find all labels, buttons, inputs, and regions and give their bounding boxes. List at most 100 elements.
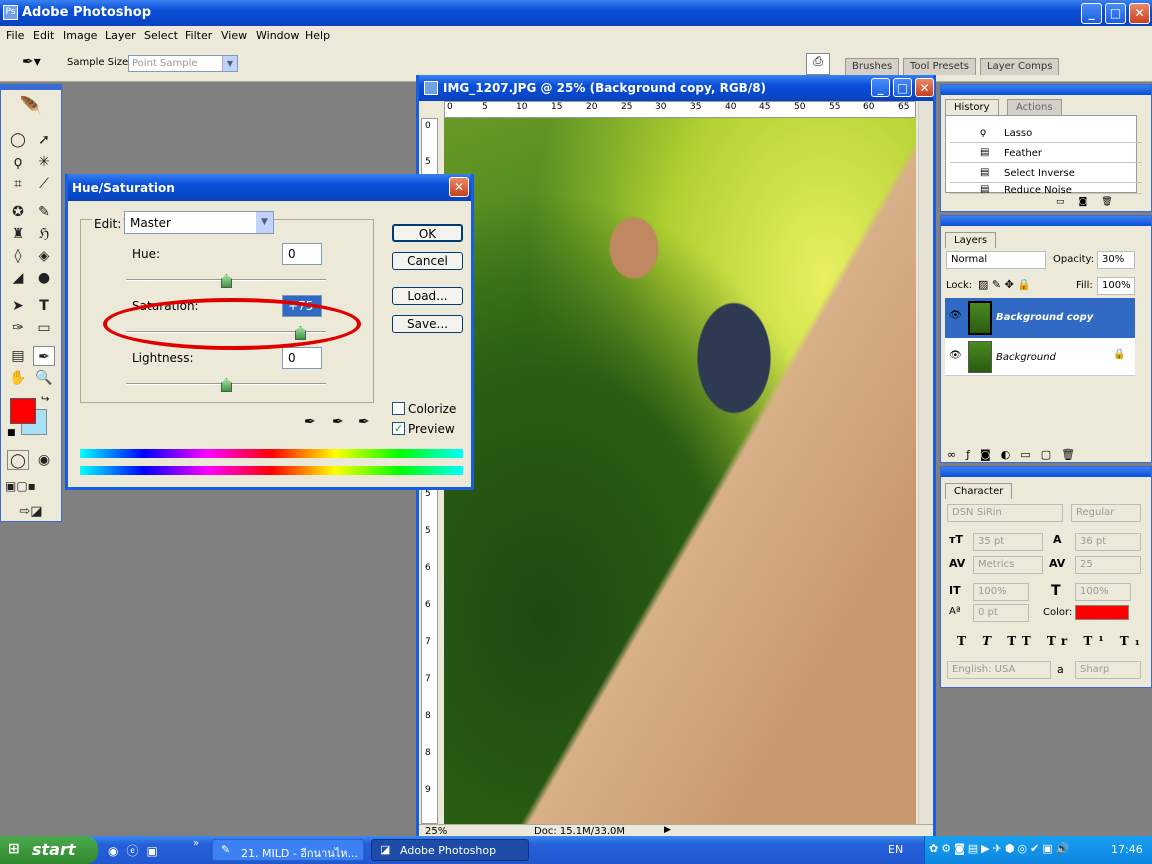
notes-tool-icon[interactable]: ▤ xyxy=(7,346,29,366)
slice-tool-icon[interactable]: ⟋ xyxy=(33,174,55,194)
text-color-swatch[interactable] xyxy=(1075,605,1129,620)
blur-tool-icon[interactable]: ◢ xyxy=(7,268,29,288)
history-brush-tool-icon[interactable]: ℌ xyxy=(33,224,55,244)
rectangle-tool-icon[interactable]: ▭ xyxy=(33,318,55,338)
canvas-photo[interactable] xyxy=(444,118,916,824)
screen-mode-icon[interactable]: ▣▢▪ xyxy=(5,476,36,496)
tab-history[interactable]: History xyxy=(945,99,999,115)
menu-image[interactable]: Image xyxy=(63,29,97,42)
layers-footer-icons[interactable]: ∞ƒ◙◐▭▢🗑 xyxy=(947,448,1085,461)
font-style-select[interactable]: Regular xyxy=(1071,504,1141,522)
minimize-button[interactable]: _ xyxy=(1081,3,1102,24)
tab-brushes[interactable]: Brushes xyxy=(845,58,900,75)
doc-minimize-button[interactable]: _ xyxy=(871,78,890,97)
kerning-select[interactable]: Metrics xyxy=(973,556,1043,574)
healing-brush-tool-icon[interactable]: ✪ xyxy=(7,202,29,222)
quick-launch-more-icon[interactable]: » xyxy=(193,838,199,849)
path-selection-tool-icon[interactable]: ➤ xyxy=(7,296,29,316)
doc-close-button[interactable]: ✕ xyxy=(915,78,934,97)
vertical-scale-input[interactable]: 100% xyxy=(973,583,1029,601)
task-button-photoshop[interactable]: ◪ Adobe Photoshop xyxy=(371,839,529,861)
lightness-input[interactable]: 0 xyxy=(282,347,322,369)
pen-tool-icon[interactable]: ✑ xyxy=(7,318,29,338)
default-colors-icon[interactable]: ■ xyxy=(7,428,16,438)
ok-button[interactable]: OK xyxy=(392,224,463,242)
menu-file[interactable]: File xyxy=(6,29,24,42)
load-button[interactable]: Load... xyxy=(392,287,463,305)
menu-edit[interactable]: Edit xyxy=(33,29,54,42)
tab-actions[interactable]: Actions xyxy=(1007,99,1062,115)
marquee-tool-icon[interactable]: ◯ xyxy=(7,130,29,150)
start-button[interactable]: ⊞ start xyxy=(0,836,98,864)
layer-row-background-copy[interactable]: 👁 Background copy xyxy=(945,298,1135,338)
fill-input[interactable]: 100% xyxy=(1097,277,1135,295)
dodge-tool-icon[interactable]: ● xyxy=(33,268,55,288)
baseline-shift-input[interactable]: 0 pt xyxy=(973,604,1029,622)
eye-icon[interactable]: 👁 xyxy=(949,310,962,321)
edit-select[interactable]: Master ▼ xyxy=(124,211,274,234)
swap-colors-icon[interactable]: ↪ xyxy=(41,394,49,405)
quick-launch-icons[interactable]: ◉ⓔ▣ xyxy=(108,842,166,859)
history-item[interactable]: ▤ Select Inverse xyxy=(950,164,1142,183)
hue-input[interactable]: 0 xyxy=(282,243,322,265)
menu-view[interactable]: View xyxy=(221,29,247,42)
history-item[interactable]: ▤ Reduce Noise xyxy=(950,184,1142,194)
quick-mask-mode-icon[interactable]: ◉ xyxy=(33,450,55,470)
leading-input[interactable]: 36 pt xyxy=(1075,533,1141,551)
task-button-mild[interactable]: ✎ 21. MILD - อีกนานไห... xyxy=(212,839,364,861)
menu-help[interactable]: Help xyxy=(305,29,330,42)
brush-tool-icon[interactable]: ✎ xyxy=(33,202,55,222)
tab-character[interactable]: Character xyxy=(945,483,1013,499)
language-select[interactable]: English: USA xyxy=(947,661,1051,679)
menu-window[interactable]: Window xyxy=(256,29,299,42)
clone-stamp-tool-icon[interactable]: ♜ xyxy=(7,224,29,244)
blend-mode-select[interactable]: Normal xyxy=(946,251,1046,269)
cancel-button[interactable]: Cancel xyxy=(392,252,463,270)
font-size-input[interactable]: 35 pt xyxy=(973,533,1043,551)
menu-filter[interactable]: Filter xyxy=(185,29,212,42)
close-button[interactable]: ✕ xyxy=(1129,3,1150,24)
lasso-tool-icon[interactable]: ϙ xyxy=(7,152,29,172)
menu-select[interactable]: Select xyxy=(144,29,178,42)
crop-tool-icon[interactable]: ⌗ xyxy=(7,174,29,194)
zoom-tool-icon[interactable]: 🔍 xyxy=(33,368,55,388)
tray-icons[interactable]: ✿⚙◙▤▶✈⬢◎✔▣🔊 xyxy=(929,842,1072,855)
standard-mode-icon[interactable]: ◯ xyxy=(7,450,29,470)
eraser-tool-icon[interactable]: ◊ xyxy=(7,246,29,266)
magic-wand-tool-icon[interactable]: ✳ xyxy=(33,152,55,172)
type-tool-icon[interactable]: T xyxy=(33,296,55,316)
eyedropper-minus-icon[interactable]: ✒ xyxy=(358,414,370,430)
tab-layers[interactable]: Layers xyxy=(945,232,997,248)
lock-icons[interactable]: ▨ ✎ ✥ 🔒 xyxy=(978,278,1031,291)
horizontal-scale-input[interactable]: 100% xyxy=(1075,583,1131,601)
opacity-input[interactable]: 30% xyxy=(1097,251,1135,269)
eyedropper-plus-icon[interactable]: ✒ xyxy=(332,414,344,430)
save-button[interactable]: Save... xyxy=(392,315,463,333)
eye-icon[interactable]: 👁 xyxy=(949,350,962,361)
font-family-select[interactable]: DSN SiRin xyxy=(947,504,1063,522)
foreground-color-swatch[interactable] xyxy=(10,398,36,424)
eyedropper-tool-icon[interactable]: ✒▾ xyxy=(22,54,41,70)
colorize-checkbox[interactable] xyxy=(392,402,405,415)
layer-row-background[interactable]: 👁 Background 🔒 xyxy=(945,338,1135,376)
move-tool-icon[interactable]: ➚ xyxy=(33,130,55,150)
history-item[interactable]: ϙ Lasso xyxy=(950,124,1142,143)
status-menu-arrow-icon[interactable]: ▶ xyxy=(664,825,671,835)
maximize-button[interactable]: □ xyxy=(1105,3,1126,24)
eyedropper-tool-icon[interactable]: ✒ xyxy=(33,346,55,366)
sample-size-select[interactable]: Point Sample ▼ xyxy=(128,55,238,72)
text-style-buttons[interactable]: T T TT Tr T¹ T₁ T Ŧ xyxy=(957,634,1152,648)
history-item[interactable]: ▤ Feather xyxy=(950,144,1142,163)
file-browser-icon[interactable]: ⎙ xyxy=(806,53,830,75)
menu-layer[interactable]: Layer xyxy=(105,29,136,42)
tracking-select[interactable]: 25 xyxy=(1075,556,1141,574)
preview-checkbox[interactable]: ✓ xyxy=(392,422,405,435)
paint-bucket-tool-icon[interactable]: ◈ xyxy=(33,246,55,266)
vertical-scrollbar[interactable] xyxy=(918,101,933,824)
dialog-close-button[interactable]: ✕ xyxy=(449,177,469,197)
jump-to-imageready-icon[interactable]: ⇨◪ xyxy=(9,502,53,522)
tab-tool-presets[interactable]: Tool Presets xyxy=(903,58,976,75)
antialias-select[interactable]: Sharp xyxy=(1075,661,1141,679)
eyedropper-icon[interactable]: ✒ xyxy=(304,414,316,430)
language-indicator[interactable]: EN xyxy=(888,843,903,856)
